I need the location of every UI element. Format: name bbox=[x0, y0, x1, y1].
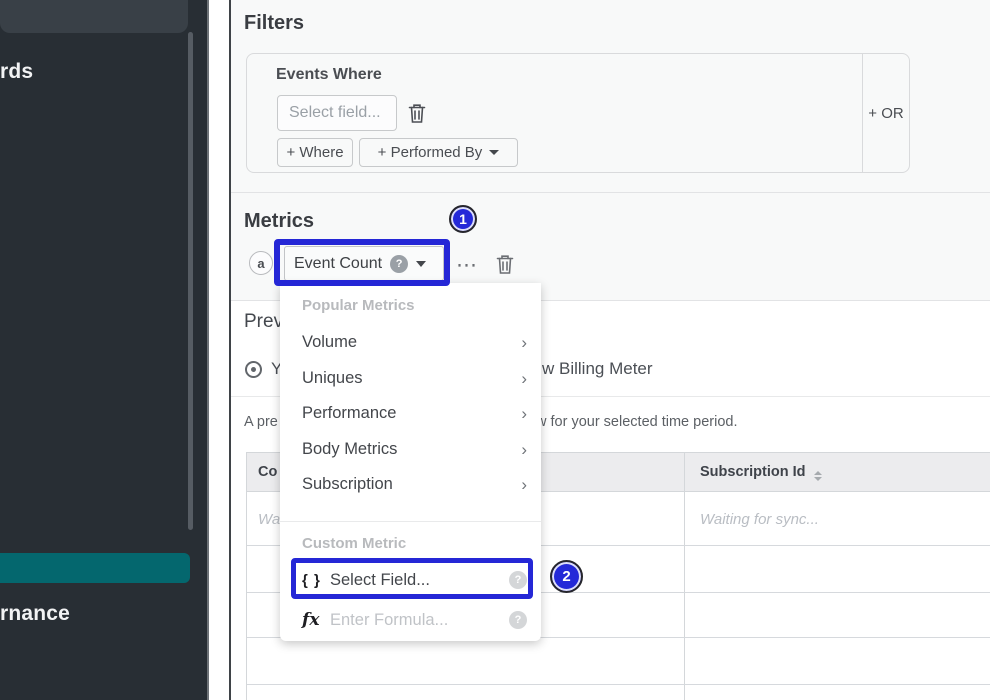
help-icon[interactable]: ? bbox=[390, 255, 408, 273]
chevron-right-icon: › bbox=[521, 405, 527, 422]
item-label: Volume bbox=[302, 333, 521, 352]
table-row-border bbox=[247, 684, 990, 685]
dropdown-item-subscription[interactable]: Subscription › bbox=[280, 468, 541, 500]
add-where-label: + Where bbox=[286, 144, 343, 161]
app-screen: rds rnance Filters Events Where Select f… bbox=[0, 0, 990, 700]
item-label: Uniques bbox=[302, 369, 521, 388]
series-letter: a bbox=[257, 256, 264, 271]
add-where-button[interactable]: + Where bbox=[277, 138, 353, 167]
table-column-divider bbox=[684, 452, 685, 700]
sort-icon[interactable] bbox=[814, 471, 822, 481]
add-or-button[interactable]: + OR bbox=[862, 53, 910, 173]
item-label: Select Field... bbox=[330, 571, 509, 590]
select-field-button[interactable]: Select field... bbox=[277, 95, 397, 131]
table-column-header[interactable]: Co bbox=[258, 464, 277, 480]
trash-icon[interactable] bbox=[407, 102, 427, 124]
chevron-right-icon: › bbox=[521, 370, 527, 387]
preview-caption-right: w for your selected time period. bbox=[536, 414, 737, 430]
add-or-label: + OR bbox=[868, 105, 903, 122]
sidebar-item-dashboards[interactable]: rds bbox=[0, 60, 33, 84]
help-icon[interactable]: ? bbox=[509, 611, 527, 629]
trash-icon[interactable] bbox=[495, 253, 515, 275]
table-column-header-subscription-id[interactable]: Subscription Id bbox=[700, 464, 822, 481]
item-label: Subscription bbox=[302, 475, 521, 494]
dropdown-item-volume[interactable]: Volume › bbox=[280, 326, 541, 358]
target-icon bbox=[245, 361, 262, 378]
sidebar: rds rnance bbox=[0, 0, 207, 700]
sidebar-item-governance[interactable]: rnance bbox=[0, 602, 70, 626]
column-label: Subscription Id bbox=[700, 464, 806, 480]
formula-placeholder: Enter Formula... bbox=[330, 611, 509, 630]
help-glyph: ? bbox=[515, 574, 522, 586]
metric-select[interactable]: Event Count ? bbox=[284, 246, 444, 281]
dropdown-item-body-metrics[interactable]: Body Metrics › bbox=[280, 433, 541, 465]
dropdown-item-select-field[interactable]: { } Select Field... ? bbox=[280, 563, 541, 597]
help-glyph: ? bbox=[396, 258, 403, 270]
add-performed-by-label: + Performed By bbox=[378, 144, 483, 161]
more-icon: ⋯ bbox=[456, 254, 478, 277]
dropdown-divider bbox=[280, 521, 541, 522]
metric-select-value: Event Count bbox=[294, 255, 382, 273]
metric-dropdown-menu: Popular Metrics Volume › Uniques › Perfo… bbox=[280, 283, 541, 641]
help-glyph: ? bbox=[515, 614, 522, 626]
formula-icon: fx bbox=[302, 610, 330, 630]
caret-down-icon bbox=[416, 261, 426, 267]
filters-title: Filters bbox=[244, 12, 304, 35]
preview-caption-left: A pre bbox=[244, 414, 278, 430]
dropdown-item-performance[interactable]: Performance › bbox=[280, 397, 541, 429]
add-performed-by-button[interactable]: + Performed By bbox=[359, 138, 518, 167]
step-number: 2 bbox=[562, 568, 570, 585]
sidebar-item-top[interactable] bbox=[0, 0, 188, 33]
chevron-right-icon: › bbox=[521, 476, 527, 493]
dropdown-section-header: Popular Metrics bbox=[302, 297, 415, 314]
annotation-step-badge-2: 2 bbox=[550, 560, 583, 593]
table-cell-placeholder: Waiting for sync... bbox=[700, 511, 819, 528]
table-left-border bbox=[246, 452, 247, 700]
filter-group-label: Events Where bbox=[276, 66, 382, 84]
more-options-button[interactable]: ⋯ bbox=[456, 255, 478, 276]
item-label: Performance bbox=[302, 404, 521, 423]
sidebar-scrollbar[interactable] bbox=[188, 32, 193, 530]
series-badge: a bbox=[249, 251, 273, 275]
sidebar-divider bbox=[207, 0, 209, 700]
chevron-right-icon: › bbox=[521, 441, 527, 458]
item-label: Body Metrics bbox=[302, 440, 521, 459]
caret-down-icon bbox=[489, 150, 499, 155]
dropdown-section-header: Custom Metric bbox=[302, 535, 406, 552]
chevron-right-icon: › bbox=[521, 334, 527, 351]
sidebar-active-item[interactable] bbox=[0, 553, 190, 583]
dropdown-item-enter-formula[interactable]: fx Enter Formula... ? bbox=[280, 603, 541, 637]
dropdown-item-uniques[interactable]: Uniques › bbox=[280, 362, 541, 394]
preview-banner-text-right: w Billing Meter bbox=[542, 359, 653, 379]
braces-icon: { } bbox=[302, 572, 330, 589]
help-icon[interactable]: ? bbox=[509, 571, 527, 589]
select-field-placeholder: Select field... bbox=[289, 104, 381, 122]
metrics-title: Metrics bbox=[244, 210, 314, 233]
